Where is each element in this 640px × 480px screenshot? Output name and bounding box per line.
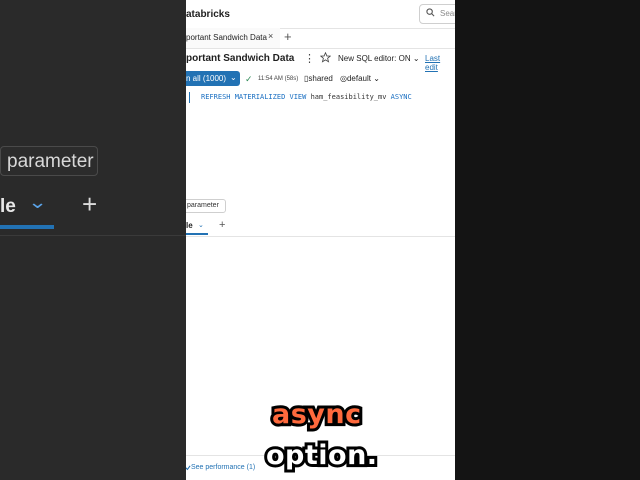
code-line-1[interactable]: REFRESH MATERIALIZED VIEW ham_feasibilit… [201,93,412,101]
star-icon[interactable] [320,52,331,63]
tab-underline [186,233,208,235]
last-edit-link[interactable]: Last edit [425,54,455,72]
caption-line-2: option. [263,437,380,474]
schema-icon: ◎ [340,74,347,83]
schema-label: default ⌄ [346,74,380,83]
kebab-menu-icon[interactable]: ⋮ [304,52,315,65]
see-performance-link[interactable]: See performance (1) [191,464,255,471]
run-all-label: n all (1000) [186,74,227,83]
run-all-button[interactable]: n all (1000) ⌄ [186,71,240,86]
chevron-down-icon: ⌄ [27,192,48,212]
text-cursor [189,92,190,103]
plus-icon: + [82,189,98,219]
chevron-down-icon[interactable]: ⌄ [230,73,237,82]
sql-keyword: REFRESH MATERIALIZED VIEW [201,93,307,101]
right-dark-margin [455,0,640,480]
search-placeholder: Sear [440,9,455,18]
search-input[interactable]: Sear [419,4,455,24]
add-parameter-button[interactable]: parameter [186,199,226,213]
caption-line-1: async [269,396,364,433]
close-icon[interactable]: × [268,31,273,41]
add-visualization-button[interactable]: + [219,219,225,231]
sql-identifier: ham_feasibility_mv [310,93,387,101]
background-parameter-button: parameter [0,146,98,176]
results-tab[interactable]: le [186,221,193,230]
run-toolbar: n all (1000) ⌄ ✓ 11:54 AM (58s) ▯shared … [186,71,455,89]
new-sql-editor-toggle[interactable]: New SQL editor: ON ⌄ [338,54,420,63]
results-tab-bar: le ⌄ + [186,218,455,237]
tab-important-sandwich-data[interactable]: portant Sandwich Data × [186,28,280,48]
add-tab-button[interactable]: + [284,29,292,44]
background-tab-label: le [0,196,16,217]
top-bar: atabricks Sear [186,0,455,29]
tab-title: portant Sandwich Data [186,33,267,42]
schema-selector[interactable]: ◎default ⌄ [340,74,380,83]
code-editor[interactable]: REFRESH MATERIALIZED VIEW ham_feasibilit… [186,90,455,190]
parameter-label: parameter [187,202,219,209]
background-results-tabs: le ⌄ + [0,189,186,230]
catalog-selector[interactable]: ▯shared [304,74,333,83]
query-title-bar: portant Sandwich Data ⋮ New SQL editor: … [186,49,455,72]
sql-keyword-async: ASYNC [390,93,412,101]
query-tab-bar: portant Sandwich Data × + [186,28,455,49]
check-icon: ✓ [245,74,253,84]
run-status-time: 11:54 AM (58s) [258,76,299,82]
background-divider [0,235,186,236]
catalog-label: shared [308,74,333,83]
search-icon [426,8,435,17]
background-tab-underline [0,225,54,229]
chevron-down-icon[interactable]: ⌄ [198,221,204,229]
brand-logo[interactable]: atabricks [186,9,230,20]
query-title[interactable]: portant Sandwich Data [186,53,294,64]
